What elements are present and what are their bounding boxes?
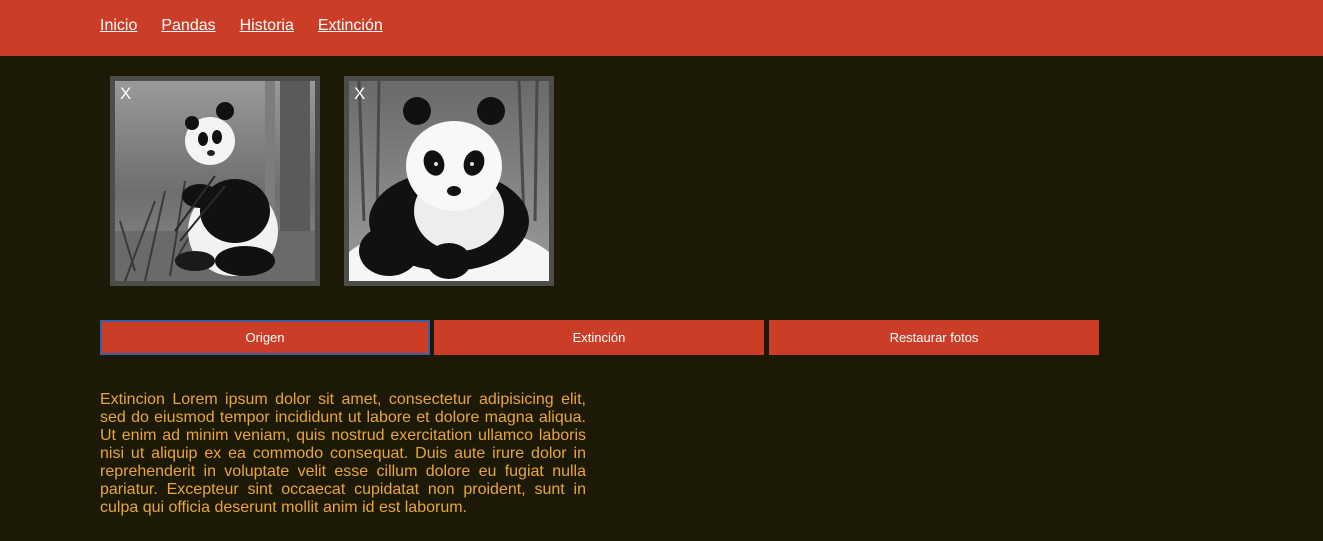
content-paragraph: Extincion Lorem ipsum dolor sit amet, co… [100,391,586,516]
top-navigation-bar: Inicio Pandas Historia Extinción [0,0,1323,56]
nav-link-historia[interactable]: Historia [240,17,294,35]
main-nav: Inicio Pandas Historia Extinción [100,17,407,35]
panda-photo-2: X [344,76,554,286]
panda-resting-image [349,81,549,281]
panda-eating-bamboo-image [115,81,315,281]
remove-photo-2-button[interactable]: X [354,85,365,103]
extincion-button[interactable]: Extinción [434,320,764,355]
restaurar-fotos-button[interactable]: Restaurar fotos [769,320,1099,355]
origen-button[interactable]: Origen [100,320,430,355]
remove-photo-1-button[interactable]: X [120,85,131,103]
nav-link-pandas[interactable]: Pandas [161,17,215,35]
nav-link-inicio[interactable]: Inicio [100,17,137,35]
nav-link-extincion[interactable]: Extinción [318,17,383,35]
panda-photo-1: X [110,76,320,286]
